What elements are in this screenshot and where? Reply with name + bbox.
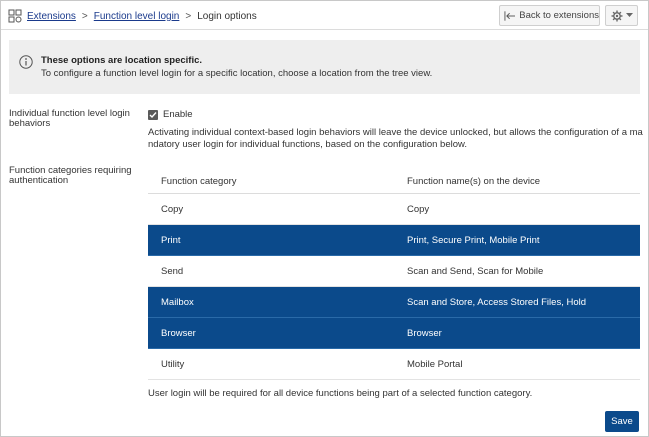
enable-checkbox-row[interactable]: Enable [148, 109, 193, 120]
individual-login-label: Individual function level login behavior… [9, 108, 130, 129]
function-names-cell: Mobile Portal [407, 358, 463, 370]
column-header-function-names: Function name(s) on the device [407, 175, 541, 187]
back-to-extensions-label: Back to extensions [519, 10, 599, 21]
location-info-banner: These options are location specific. To … [9, 40, 640, 94]
gear-icon [611, 10, 622, 21]
info-title: These options are location specific. [41, 55, 203, 66]
table-row[interactable]: Copy Copy [148, 194, 640, 225]
settings-menu-button[interactable] [605, 5, 638, 26]
function-names-cell: Print, Secure Print, Mobile Print [407, 234, 540, 246]
function-names-cell: Browser [407, 327, 442, 339]
function-names-cell: Copy [407, 203, 430, 215]
breadcrumb-separator: > [185, 10, 192, 22]
function-category-cell: Send [161, 265, 184, 277]
breadcrumb-extensions-link[interactable]: Extensions [27, 11, 76, 22]
back-arrow-icon [504, 10, 516, 21]
checkmark-icon [149, 111, 157, 118]
function-category-cell: Browser [161, 327, 196, 339]
chevron-down-icon [625, 13, 633, 17]
function-categories-table: Function category Function name(s) on th… [148, 169, 640, 380]
individual-login-description: Activating individual context-based logi… [148, 127, 643, 150]
table-row[interactable]: Utility Mobile Portal [148, 349, 640, 380]
save-button[interactable]: Save [605, 411, 639, 432]
info-icon [19, 55, 33, 69]
function-category-cell: Mailbox [161, 296, 194, 308]
enable-checkbox[interactable] [148, 109, 158, 120]
breadcrumb: Extensions > Function level login > Logi… [8, 8, 257, 24]
table-row[interactable]: Mailbox Scan and Store, Access Stored Fil… [148, 287, 640, 318]
function-names-cell: Scan and Send, Scan for Mobile [407, 265, 544, 277]
column-header-function-category: Function category [161, 175, 237, 187]
login-options-page: Extensions > Function level login > Logi… [0, 0, 649, 437]
info-text: To configure a function level login for … [41, 68, 433, 79]
header-bar: Extensions > Function level login > Logi… [1, 1, 648, 30]
extensions-icon [8, 9, 22, 23]
function-category-cell: Print [161, 234, 181, 246]
breadcrumb-separator: > [81, 10, 88, 22]
back-to-extensions-button[interactable]: Back to extensions [499, 5, 600, 26]
function-names-cell: Scan and Store, Access Stored Files, Hol… [407, 296, 587, 308]
table-row[interactable]: Browser Browser [148, 318, 640, 349]
function-category-cell: Utility [161, 358, 185, 370]
function-categories-label: Function categories requiring authentica… [9, 165, 132, 186]
breadcrumb-current: Login options [197, 10, 257, 22]
categories-footnote: User login will be required for all devi… [148, 388, 533, 399]
table-row[interactable]: Print Print, Secure Print, Mobile Print [148, 225, 640, 256]
enable-checkbox-label: Enable [163, 109, 193, 120]
function-category-cell: Copy [161, 203, 184, 215]
table-header: Function category Function name(s) on th… [148, 169, 640, 194]
table-row[interactable]: Send Scan and Send, Scan for Mobile [148, 256, 640, 287]
breadcrumb-function-level-login-link[interactable]: Function level login [94, 11, 180, 22]
